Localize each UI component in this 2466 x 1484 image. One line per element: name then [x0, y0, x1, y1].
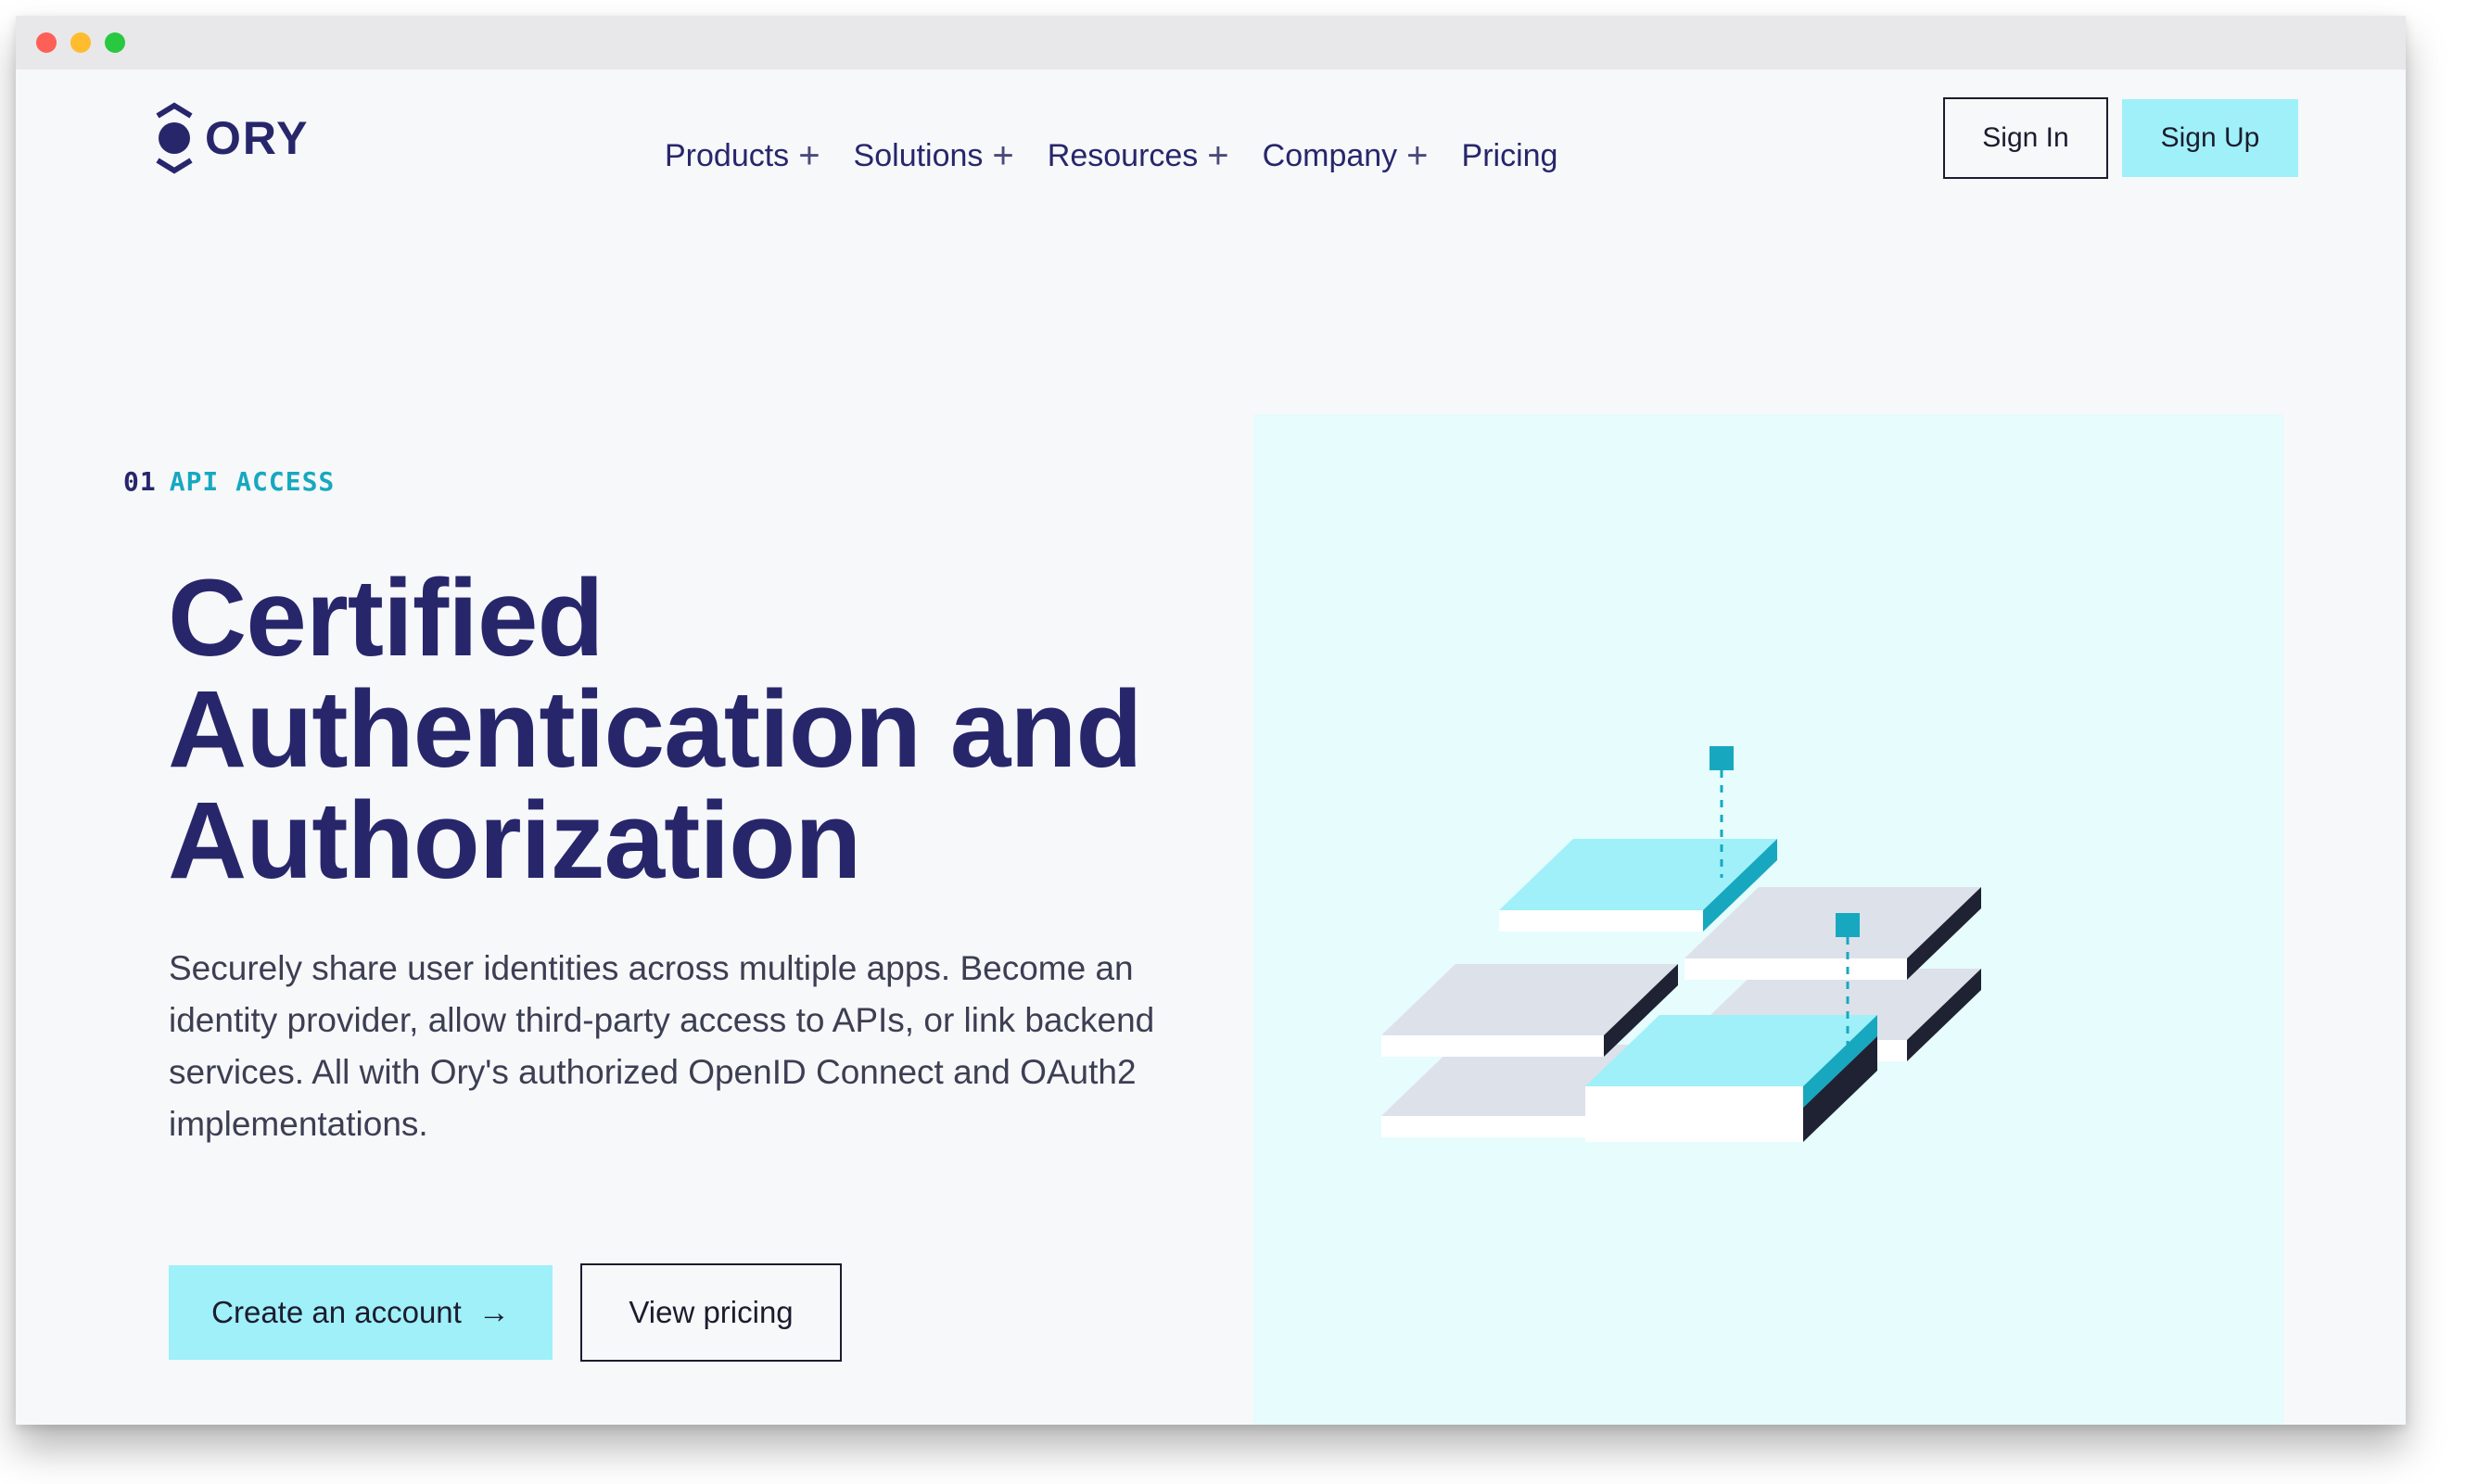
minimize-window-button[interactable]	[70, 32, 91, 53]
nav-item-label: Products	[665, 137, 790, 173]
plus-icon: +	[1207, 135, 1229, 176]
nav-item-pricing[interactable]: Pricing	[1462, 138, 1558, 174]
tile-front	[1499, 910, 1703, 932]
nav-item-company[interactable]: Company +	[1263, 137, 1429, 174]
sign-in-button[interactable]: Sign In	[1943, 97, 2108, 179]
eyebrow-number: 01	[123, 466, 157, 497]
isometric-layered-tiles-illustration-icon	[1381, 746, 1981, 1142]
nav-item-products[interactable]: Products +	[665, 137, 820, 174]
nav-item-label: Company	[1262, 137, 1398, 173]
plus-icon: +	[1406, 135, 1429, 176]
window-titlebar	[16, 16, 2406, 70]
section-eyebrow: 01 API ACCESS	[123, 466, 335, 497]
sign-up-button[interactable]: Sign Up	[2122, 99, 2298, 177]
arrow-right-icon: →	[477, 1294, 510, 1330]
nav-item-label: Pricing	[1461, 137, 1558, 173]
logo-text: ORY	[205, 112, 310, 164]
nav-item-solutions[interactable]: Solutions +	[854, 137, 1014, 174]
view-pricing-button[interactable]: View pricing	[580, 1263, 842, 1362]
tile-front	[1585, 1086, 1803, 1142]
marker-square	[1710, 746, 1734, 770]
browser-window: ORY Products + Solutions + Resources + C…	[16, 16, 2406, 1425]
plus-icon: +	[992, 135, 1014, 176]
hero-description: Securely share user identities across mu…	[169, 949, 1155, 1143]
eyebrow-label: API ACCESS	[169, 466, 336, 497]
maximize-window-button[interactable]	[105, 32, 125, 53]
nav-item-resources[interactable]: Resources +	[1048, 137, 1229, 174]
ory-hexagon-logo-icon	[156, 102, 193, 174]
ory-logo[interactable]: ORY	[153, 99, 310, 177]
create-account-label: Create an account	[211, 1295, 462, 1329]
nav-item-label: Resources	[1047, 137, 1199, 173]
marker-square	[1836, 913, 1860, 937]
hero-headline: Certified Authentication and Authorizati…	[168, 557, 1143, 902]
tile-front	[1684, 958, 1907, 980]
tile-front	[1381, 1116, 1604, 1137]
nav-item-label: Solutions	[853, 137, 984, 173]
tile-front	[1381, 1035, 1604, 1057]
create-account-button[interactable]: Create an account →	[169, 1265, 553, 1360]
close-window-button[interactable]	[36, 32, 57, 53]
plus-icon: +	[798, 135, 820, 176]
hero-illustration-panel	[1253, 414, 2283, 1425]
main-nav: Products + Solutions + Resources + Compa…	[665, 131, 1591, 181]
